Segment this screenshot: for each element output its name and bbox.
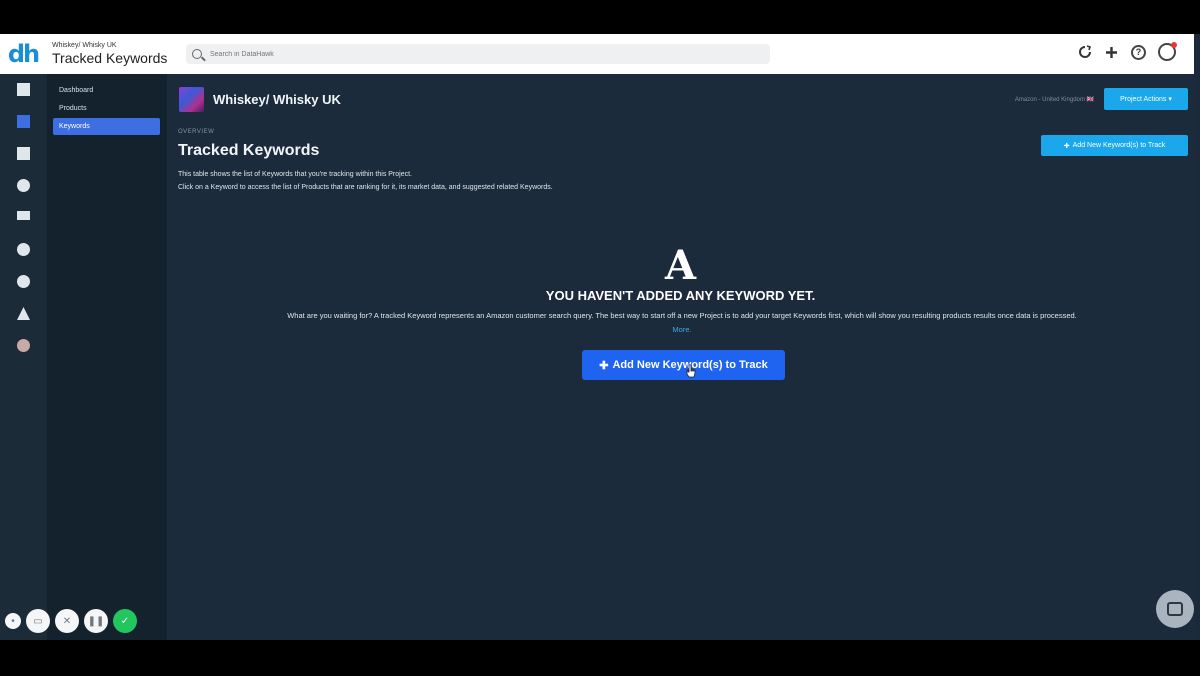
section-label: OVERVIEW	[178, 129, 215, 135]
add-keywords-button-top[interactable]: ✚ Add New Keyword(s) to Track	[1041, 135, 1188, 156]
plus-icon: ✚	[599, 359, 609, 372]
search-input[interactable]	[210, 50, 750, 58]
close-icon[interactable]: ✕	[55, 609, 79, 633]
icon-rail	[0, 74, 47, 640]
recorder-controls: • ▭ ✕ ❚❚ ✓	[5, 609, 137, 633]
sidenav-item-keywords[interactable]: Keywords	[53, 118, 160, 135]
chat-button[interactable]	[1156, 590, 1194, 628]
project-actions-button[interactable]: Project Actions ▾	[1104, 88, 1188, 110]
groups-icon[interactable]	[17, 307, 30, 320]
sidenav-item-products[interactable]: Products	[53, 100, 160, 117]
empty-state-body: What are you waiting for? A tracked Keyw…	[287, 311, 1077, 320]
page-description: This table shows the list of Keywords th…	[178, 168, 553, 194]
page-header-title: Tracked Keywords	[52, 50, 168, 66]
add-keywords-label: Add New Keyword(s) to Track	[1072, 142, 1166, 149]
project-thumbnail	[179, 87, 204, 112]
project-breadcrumb[interactable]: Whiskey/ Whisky UK	[52, 42, 178, 49]
amazon-a-icon: A	[664, 242, 697, 289]
logo-mark: dh	[7, 40, 40, 68]
app-frame: dh Whiskey/ Whisky UK Tracked Keywords ?	[0, 34, 1200, 640]
marketplace-icon[interactable]	[17, 339, 30, 352]
sync-icon[interactable]	[17, 275, 30, 288]
chat-icon	[1167, 602, 1183, 616]
search-icon	[192, 49, 202, 59]
add-keywords-button-main[interactable]: ✚ Add New Keyword(s) to Track	[582, 350, 785, 380]
hand-cursor-icon	[686, 364, 696, 378]
user-avatar-icon[interactable]	[1158, 42, 1177, 61]
empty-state-text: What are you waiting for? A tracked Keyw…	[287, 309, 1077, 337]
help-icon[interactable]: ?	[1131, 44, 1146, 60]
plus-icon: ✚	[1063, 142, 1070, 150]
keywords-icon[interactable]	[17, 211, 30, 220]
projects-icon[interactable]	[17, 115, 30, 128]
main-content: Whiskey/ Whisky UK Amazon - United Kingd…	[167, 74, 1194, 640]
datahawk-logo[interactable]: dh	[0, 34, 46, 74]
project-sidenav: Dashboard Products Keywords	[47, 74, 167, 640]
project-name: Whiskey/ Whisky UK	[213, 92, 341, 107]
plus-icon[interactable]	[1104, 45, 1119, 60]
description-line-2: Click on a Keyword to access the list of…	[178, 184, 553, 191]
refresh-icon[interactable]	[1077, 45, 1092, 60]
revenue-icon[interactable]	[17, 243, 30, 256]
page-title: Tracked Keywords	[178, 142, 320, 159]
camera-icon[interactable]: ▭	[26, 609, 50, 633]
top-header: dh Whiskey/ Whisky UK Tracked Keywords ?	[0, 34, 1194, 74]
dashboard-icon[interactable]	[17, 83, 30, 96]
search-bar[interactable]	[186, 44, 770, 64]
project-marketplace: Amazon - United Kingdom 🇬🇧	[1014, 97, 1094, 103]
dot-icon[interactable]: •	[5, 613, 21, 629]
more-link[interactable]: More.	[672, 325, 691, 334]
description-line-1: This table shows the list of Keywords th…	[178, 171, 412, 178]
title-block: Whiskey/ Whisky UK Tracked Keywords	[52, 42, 178, 66]
pause-icon[interactable]: ❚❚	[84, 609, 108, 633]
analytics-icon[interactable]	[17, 179, 30, 192]
top-icons: ?	[1077, 42, 1177, 61]
check-icon[interactable]: ✓	[113, 609, 137, 633]
sidenav-item-dashboard[interactable]: Dashboard	[53, 82, 160, 99]
ads-icon[interactable]	[17, 147, 30, 160]
empty-state-title: YOU HAVEN'T ADDED ANY KEYWORD YET.	[545, 288, 816, 303]
